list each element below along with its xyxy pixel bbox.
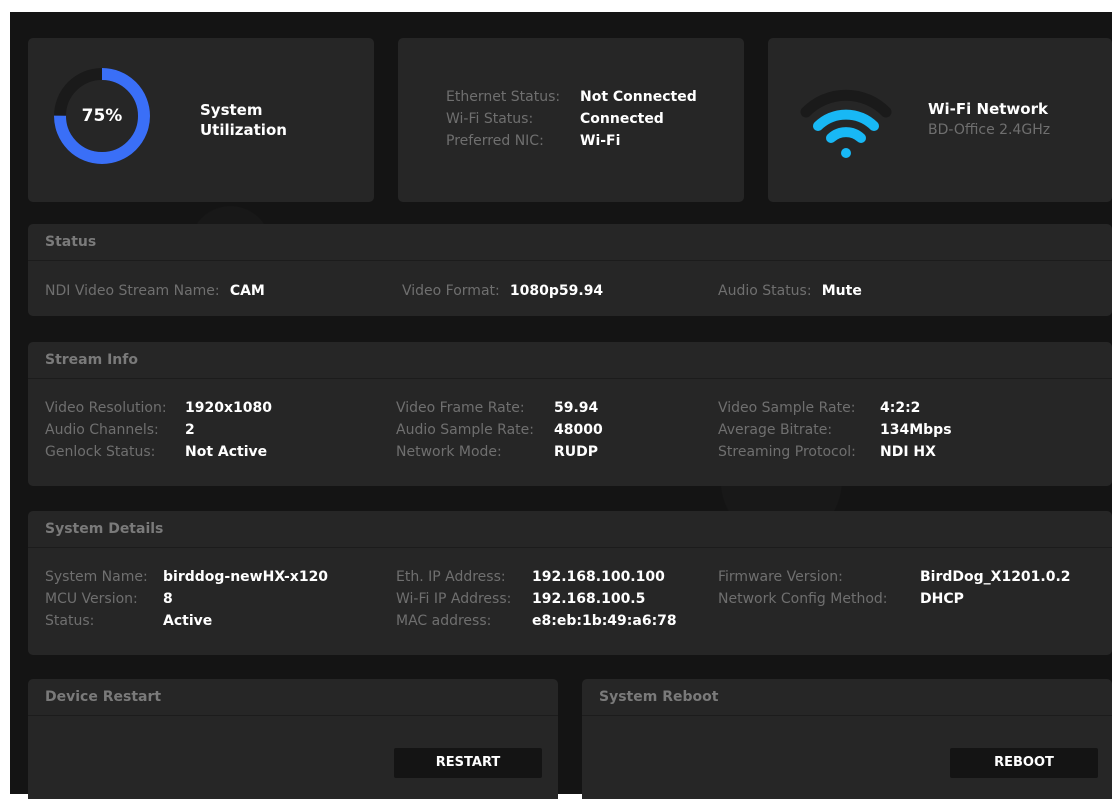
restart-button[interactable]: RESTART (394, 748, 542, 778)
dashboard-screen: 75% System Utilization Ethernet Status: N… (10, 12, 1112, 799)
mac-address-row: MAC address: e8:eb:1b:49:a6:78 (396, 613, 677, 629)
eth-ip-row: Eth. IP Address: 192.168.100.100 (396, 569, 665, 585)
video-resolution-row: Video Resolution: 1920x1080 (45, 400, 272, 416)
status-header: Status (28, 224, 1112, 261)
audio-status-row: Audio Status: Mute (718, 283, 862, 299)
system-name-row: System Name: birddog-newHX-x120 (45, 569, 329, 585)
utilization-card: 75% System Utilization (28, 38, 374, 202)
utilization-title: System Utilization (200, 101, 287, 139)
system-reboot-header: System Reboot (582, 679, 1112, 716)
audio-sample-rate-row: Audio Sample Rate: 48000 (396, 422, 603, 438)
wifi-ssid: BD-Office 2.4GHz (928, 122, 1051, 138)
reboot-button[interactable]: REBOOT (950, 748, 1098, 778)
stream-name-row: NDI Video Stream Name: CAM (45, 283, 265, 299)
wifi-network-card: Wi-Fi Network BD-Office 2.4GHz (768, 38, 1112, 202)
audio-channels-row: Audio Channels: 2 (45, 422, 195, 438)
wifi-icon (800, 89, 892, 158)
preferred-nic-row: Preferred NIC: Wi-Fi (446, 133, 621, 149)
wifi-ip-row: Wi-Fi IP Address: 192.168.100.5 (396, 591, 646, 607)
network-mode-row: Network Mode: RUDP (396, 444, 599, 460)
system-details-card: System Details System Name: birddog-newHX… (28, 511, 1112, 655)
streaming-protocol-row: Streaming Protocol: NDI HX (718, 444, 936, 460)
video-frame-rate-row: Video Frame Rate: 59.94 (396, 400, 599, 416)
system-reboot-card: System Reboot REBOOT (582, 679, 1112, 799)
video-sample-rate-row: Video Sample Rate: 4:2:2 (718, 400, 921, 416)
utilization-percent: 75% (81, 106, 123, 126)
network-status-card: Ethernet Status: Not Connected Wi-Fi Stat… (398, 38, 744, 202)
wifi-network-title: Wi-Fi Network (928, 100, 1048, 118)
stream-info-card: Stream Info Video Resolution: 1920x1080 A… (28, 342, 1112, 486)
wifi-status-row: Wi-Fi Status: Connected (446, 111, 664, 127)
device-restart-header: Device Restart (28, 679, 558, 716)
device-restart-card: Device Restart RESTART (28, 679, 558, 799)
average-bitrate-row: Average Bitrate: 134Mbps (718, 422, 952, 438)
mcu-version-row: MCU Version: 8 (45, 591, 173, 607)
status-card: Status NDI Video Stream Name: CAM Video … (28, 224, 1112, 316)
ethernet-status-row: Ethernet Status: Not Connected (446, 89, 697, 105)
genlock-status-row: Genlock Status: Not Active (45, 444, 268, 460)
stream-info-header: Stream Info (28, 342, 1112, 379)
system-details-header: System Details (28, 511, 1112, 548)
network-config-row: Network Config Method: DHCP (718, 591, 964, 607)
system-status-row: Status: Active (45, 613, 213, 629)
firmware-version-row: Firmware Version: BirdDog_X1201.0.2 (718, 569, 1071, 585)
video-format-row: Video Format: 1080p59.94 (402, 283, 604, 299)
